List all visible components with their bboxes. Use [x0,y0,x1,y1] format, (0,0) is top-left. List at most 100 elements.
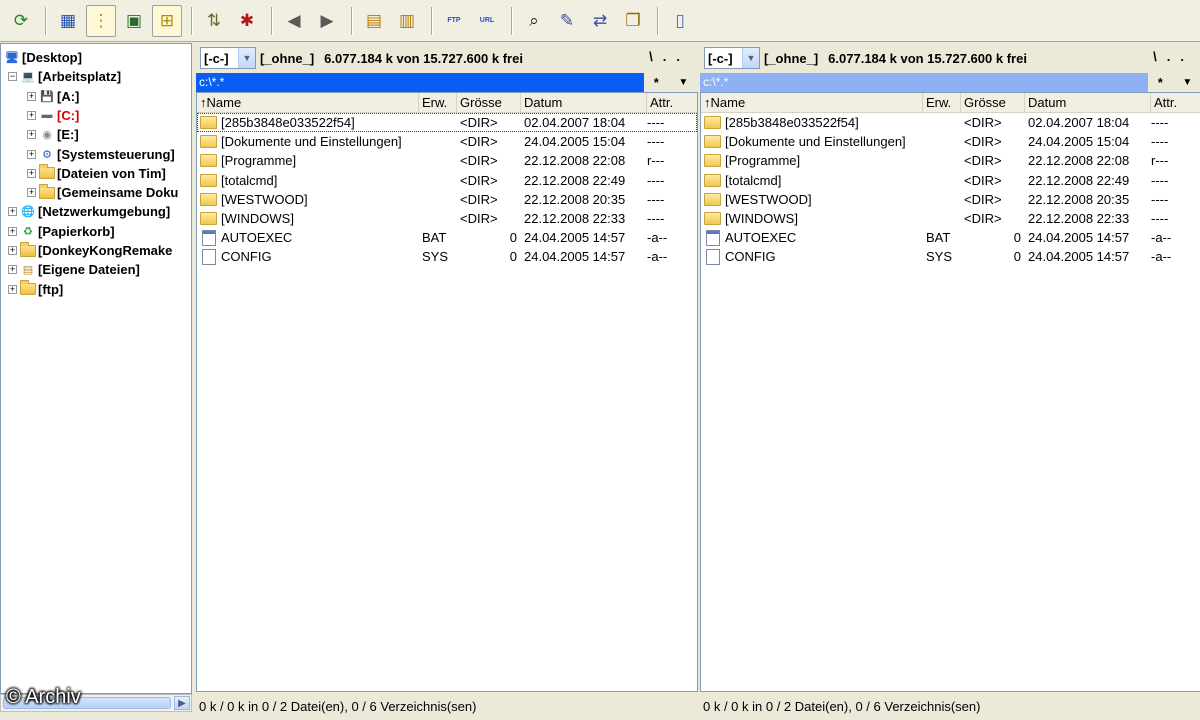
file-row[interactable]: CONFIG SYS 0 24.04.2005 14:57 -a-- [197,247,697,266]
file-row[interactable]: [WESTWOOD] <DIR> 22.12.2008 20:35 ---- [701,190,1200,209]
history-dropdown-button[interactable]: ▼ [678,77,688,88]
folder-tree[interactable]: 🖥 [Desktop] − 💻 [Arbeitsplatz] + 💾 [A:] + ▬ [C:] + ◉… [0,43,192,694]
column-name[interactable]: ↑Name [197,93,419,112]
thumbnail-view-button[interactable]: ▣ [119,5,149,37]
expand-icon[interactable]: + [8,284,17,294]
expand-icon[interactable]: + [8,207,17,217]
expand-icon[interactable]: + [27,130,36,140]
file-date: 24.04.2005 14:57 [1028,230,1130,246]
file-list[interactable]: ↑Name Erw. Grösse Datum Attr. [285b3848e03352… [700,92,1200,692]
select-all-button[interactable]: ✱ [232,5,262,37]
column-attributes[interactable]: Attr. [1151,93,1200,112]
expand-icon[interactable]: + [27,168,36,178]
notepad-button[interactable]: ▯ [665,5,695,37]
forward-button[interactable]: ▶ [312,5,342,37]
drive-select[interactable]: [-c-] ▼ [200,47,256,69]
file-name: [WINDOWS] [725,211,798,227]
file-name: CONFIG [221,249,272,265]
tree-item[interactable]: + [Gemeinsame Doku [27,183,178,202]
file-row[interactable]: [285b3848e033522f54] <DIR> 02.04.2007 18:0… [701,113,1200,132]
tree-item[interactable]: + ▤ [Eigene Dateien] [8,260,140,279]
expand-icon[interactable]: + [8,246,17,255]
file-row[interactable]: [Dokumente und Einstellungen] <DIR> 24.04.… [197,132,697,151]
column-extension[interactable]: Erw. [419,93,457,112]
file-row[interactable]: [Dokumente und Einstellungen] <DIR> 24.04.… [701,132,1200,151]
parent-dir-button[interactable]: .. [1167,49,1194,64]
file-row[interactable]: [totalcmd] <DIR> 22.12.2008 22:49 ---- [197,171,697,190]
drive-select[interactable]: [-c-] ▼ [704,47,760,69]
file-row[interactable]: [totalcmd] <DIR> 22.12.2008 22:49 ---- [701,171,1200,190]
column-size[interactable]: Grösse [961,93,1025,112]
tree-item[interactable]: + ⚙ [Systemsteuerung] [27,145,175,164]
file-date: 22.12.2008 22:33 [1028,211,1130,227]
pack-button[interactable]: ▤ [359,5,389,37]
ftp-url-button[interactable]: URL [472,5,502,37]
file-row[interactable]: AUTOEXEC BAT 0 24.04.2005 14:57 -a-- [701,228,1200,247]
tree-item[interactable]: 🖥 [Desktop] [4,48,82,67]
back-button[interactable]: ◀ [279,5,309,37]
parent-dir-button[interactable]: .. [663,49,690,64]
file-row[interactable]: AUTOEXEC BAT 0 24.04.2005 14:57 -a-- [197,228,697,247]
column-extension[interactable]: Erw. [923,93,961,112]
tree-item[interactable]: + ◉ [E:] [27,125,79,144]
right-file-panel: [-c-] ▼ [_ohne_] 6.077.184 k von 15.727.600… [700,43,1200,720]
search-button[interactable]: ⌕ [519,5,549,37]
root-dir-button[interactable]: \ [1153,49,1167,64]
copy-names-button[interactable]: ❐ [618,5,648,37]
file-attributes: ---- [1151,172,1169,188]
ftp-connect-button[interactable]: FTP [439,5,469,37]
file-list[interactable]: ↑Name Erw. Grösse Datum Attr. [285b3848e03352… [196,92,698,692]
expand-icon[interactable]: + [27,149,36,159]
column-name[interactable]: ↑Name [701,93,923,112]
expand-icon[interactable]: + [8,226,17,236]
tree-item[interactable]: + ▬ [C:] [27,106,79,125]
file-extension: SYS [422,249,449,265]
column-date[interactable]: Datum [521,93,647,112]
file-row[interactable]: [Programme] <DIR> 22.12.2008 22:08 r--- [197,151,697,170]
full-view-button[interactable]: ⋮ [86,4,116,37]
column-attributes[interactable]: Attr. [647,93,697,112]
root-dir-button[interactable]: \ [649,49,663,64]
unpack-button[interactable]: ▥ [392,5,422,37]
sync-dirs-button[interactable]: ⇄ [585,5,615,37]
file-row[interactable]: [285b3848e033522f54] <DIR> 02.04.2007 18:0… [197,113,697,133]
file-size: <DIR> [460,115,498,131]
refresh-button[interactable]: ⟳ [6,5,36,37]
tree-item[interactable]: + 🌐 [Netzwerkumgebung] [8,202,170,221]
expand-icon[interactable]: + [27,110,36,120]
file-row[interactable]: CONFIG SYS 0 24.04.2005 14:57 -a-- [701,247,1200,266]
tree-item[interactable]: + [Dateien von Tim] [27,164,166,183]
file-row[interactable]: [WESTWOOD] <DIR> 22.12.2008 20:35 ---- [197,190,697,209]
file-size: <DIR> [460,153,498,169]
scroll-right-arrow-icon[interactable]: ▶ [174,696,190,710]
current-path[interactable]: c:\*.* [700,73,1148,92]
filter-button[interactable]: * [1158,75,1163,90]
drive-volume-label: [_ohne_] [764,50,819,66]
current-path[interactable]: c:\*.* [196,73,644,92]
history-dropdown-button[interactable]: ▼ [1182,77,1192,88]
tree-item[interactable]: + [DonkeyKongRemake [8,241,172,260]
filter-button[interactable]: * [654,75,659,90]
file-row[interactable]: [Programme] <DIR> 22.12.2008 22:08 r--- [701,151,1200,170]
brief-view-button[interactable]: ▦ [53,5,83,37]
tree-item[interactable]: − 💻 [Arbeitsplatz] [8,67,121,86]
chevron-down-icon[interactable]: ▼ [742,48,759,68]
column-size[interactable]: Grösse [457,93,521,112]
tree-item[interactable]: + 💾 [A:] [27,87,79,106]
expand-icon[interactable]: + [27,188,36,198]
folder-icon [704,192,721,206]
chevron-down-icon[interactable]: ▼ [238,48,255,68]
invert-selection-button[interactable]: ⇅ [199,5,229,37]
expand-icon[interactable]: + [27,91,36,101]
column-date[interactable]: Datum [1025,93,1151,112]
file-row[interactable]: [WINDOWS] <DIR> 22.12.2008 22:33 ---- [701,209,1200,228]
expand-icon[interactable]: + [8,265,17,275]
tree-item[interactable]: + [ftp] [8,280,63,299]
unpack-icon: ▥ [398,11,416,30]
desktop-icon: 🖥 [5,52,19,64]
tree-item[interactable]: + ♻ [Papierkorb] [8,222,115,241]
multi-rename-button[interactable]: ✎ [552,5,582,37]
collapse-icon[interactable]: − [8,72,17,82]
tree-view-button[interactable]: ⊞ [152,4,182,37]
file-row[interactable]: [WINDOWS] <DIR> 22.12.2008 22:33 ---- [197,209,697,228]
